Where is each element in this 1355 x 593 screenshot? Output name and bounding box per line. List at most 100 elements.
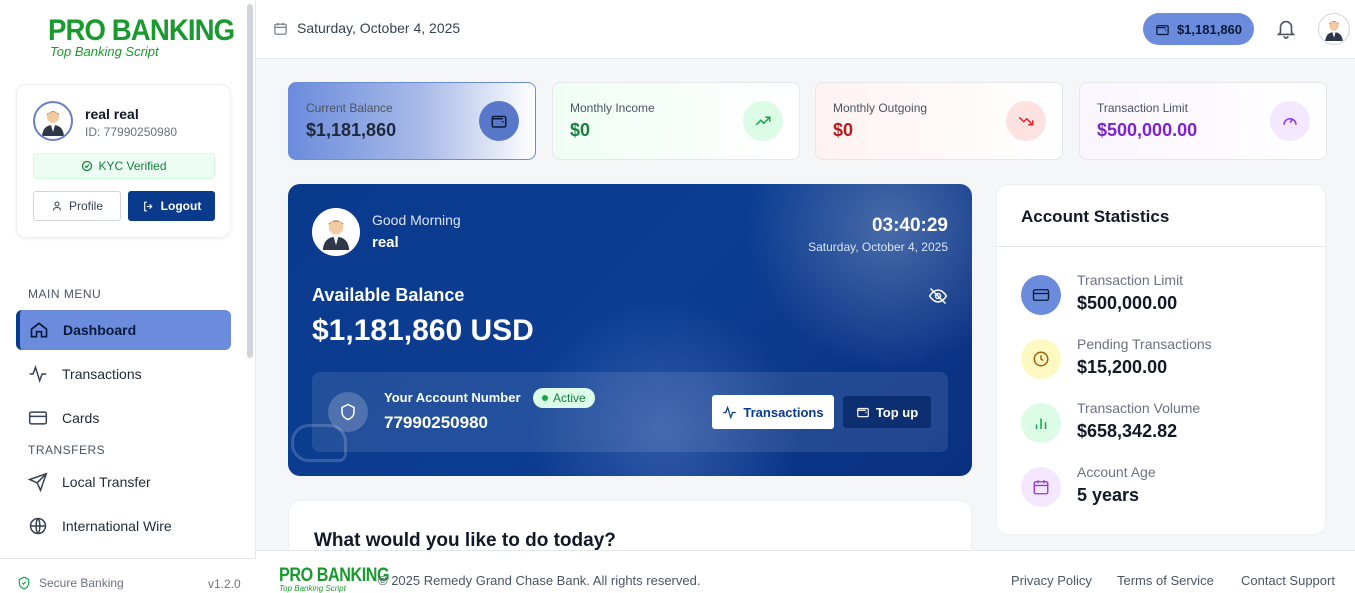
stat-row-account-age: Account Age 5 years <box>1021 464 1311 514</box>
stat-icon <box>743 101 783 141</box>
secure-label: Secure Banking <box>39 576 124 590</box>
calendar-icon <box>1033 480 1049 495</box>
sidebar-item-dashboard[interactable]: Dashboard <box>16 310 231 350</box>
footer-logo-name: PRO BANKING <box>279 565 390 586</box>
notifications-button[interactable] <box>1275 16 1297 40</box>
credit-card-icon <box>28 411 48 425</box>
hero-user-name: real <box>372 234 399 251</box>
account-statistics-title: Account Statistics <box>1021 207 1170 226</box>
user-avatar <box>33 101 73 141</box>
logout-button[interactable]: Logout <box>128 191 215 221</box>
sidebar-item-cards[interactable]: Cards <box>16 398 231 438</box>
account-shield <box>328 392 368 432</box>
stat-label: Monthly Income <box>570 101 655 115</box>
stat-current-balance: Current Balance $1,181,860 <box>288 82 536 160</box>
clock-date: Saturday, October 4, 2025 <box>808 240 948 254</box>
sidebar-item-transactions[interactable]: Transactions <box>16 354 231 394</box>
balance-pill[interactable]: $1,181,860 <box>1143 13 1254 45</box>
stat-value: $0 <box>833 120 854 140</box>
calendar-icon <box>274 22 287 35</box>
balance-text: $1,181,860 <box>1176 21 1243 37</box>
stat-label: Monthly Outgoing <box>833 101 928 115</box>
sidebar-item-label: Dashboard <box>63 322 137 338</box>
version-label: v1.2.0 <box>208 577 241 591</box>
stat-row-value: $500,000.00 <box>1077 293 1178 313</box>
logout-label: Logout <box>160 199 202 213</box>
stat-row-transaction-volume: Transaction Volume $658,342.82 <box>1021 400 1311 450</box>
stat-row-label: Transaction Volume <box>1077 400 1201 416</box>
page-footer: PRO BANKING Top Banking Script © 2025 Re… <box>256 550 1355 593</box>
stat-row-value: $15,200.00 <box>1077 357 1168 377</box>
sidebar-scrollbar[interactable] <box>247 4 253 358</box>
shield-check-icon <box>18 576 30 590</box>
bell-icon <box>1276 20 1296 39</box>
stat-monthly-income: Monthly Income $0 <box>552 82 800 160</box>
logout-icon <box>143 201 153 211</box>
toggle-balance-visibility[interactable] <box>928 286 948 306</box>
stat-icon <box>1006 101 1046 141</box>
transactions-button-label: Transactions <box>743 404 824 420</box>
trending-up-icon <box>755 116 771 126</box>
contact-support-link[interactable]: Contact Support <box>1241 573 1335 588</box>
user-card: real real ID: 77990250980 KYC Verified P… <box>16 84 231 238</box>
sidebar-item-label: Cards <box>62 410 100 426</box>
stat-row-icon <box>1021 339 1061 379</box>
brand-tagline: Top Banking Script <box>50 44 159 59</box>
topup-button[interactable]: Top up <box>843 396 931 428</box>
available-balance-amount: $1,181,860 USD <box>312 314 534 347</box>
status-dot <box>542 395 548 401</box>
gauge-icon <box>1283 118 1297 125</box>
sidebar-item-local-transfer[interactable]: Local Transfer <box>16 462 231 502</box>
stat-row-value: $658,342.82 <box>1077 421 1178 441</box>
brand-logo[interactable]: PRO BANKING Top Banking Script <box>48 14 235 64</box>
copyright: © 2025 Remedy Grand Chase Bank. All righ… <box>378 573 701 588</box>
hero-avatar <box>312 208 360 256</box>
stat-row-icon <box>1021 275 1061 315</box>
stat-label: Current Balance <box>306 101 393 115</box>
sidebar: PRO BANKING Top Banking Script real real… <box>0 0 256 593</box>
account-number-label: Your Account Number <box>384 390 521 405</box>
activity-icon <box>29 365 47 383</box>
profile-button[interactable]: Profile <box>33 191 121 221</box>
sidebar-item-label: International Wire <box>62 518 172 534</box>
user-id: ID: 77990250980 <box>85 125 178 139</box>
quick-actions-title: What would you like to do today? <box>314 530 616 551</box>
privacy-policy-link[interactable]: Privacy Policy <box>1011 573 1092 588</box>
stat-icon <box>1270 101 1310 141</box>
stat-label: Transaction Limit <box>1097 101 1188 115</box>
account-statistics-header: Account Statistics <box>997 185 1325 247</box>
profile-label: Profile <box>68 199 103 213</box>
person-icon <box>42 111 64 136</box>
stat-row-label: Transaction Limit <box>1077 272 1184 288</box>
kyc-badge: KYC Verified <box>33 153 215 179</box>
wallet-icon <box>1156 24 1169 35</box>
transfers-heading: TRANSFERS <box>28 443 106 457</box>
sidebar-item-label: Transactions <box>62 366 142 382</box>
stat-row-icon <box>1021 403 1061 443</box>
globe-icon <box>29 517 47 535</box>
terms-of-service-link[interactable]: Terms of Service <box>1117 573 1214 588</box>
person-icon <box>1325 21 1343 41</box>
stat-monthly-outgoing: Monthly Outgoing $0 <box>815 82 1063 160</box>
stat-row-value: 5 years <box>1077 485 1140 505</box>
transactions-button[interactable]: Transactions <box>712 395 834 429</box>
stat-transaction-limit: Transaction Limit $500,000.00 <box>1079 82 1327 160</box>
stat-row-pending-transactions: Pending Transactions $15,200.00 <box>1021 336 1311 386</box>
brand-name: PRO BANKING <box>48 14 235 47</box>
clock-icon <box>1033 351 1049 367</box>
secure-banking: Secure Banking <box>17 576 124 590</box>
sidebar-item-international-wire[interactable]: International Wire <box>16 506 231 546</box>
stat-icon <box>479 101 519 141</box>
header-avatar[interactable] <box>1318 13 1350 45</box>
account-number-panel: Your Account Number Active 77990250980 T… <box>312 372 948 452</box>
send-icon <box>28 472 48 492</box>
topup-button-label: Top up <box>875 404 919 420</box>
eye-off-icon <box>928 287 948 305</box>
stat-row-icon <box>1021 467 1061 507</box>
top-bar: Saturday, October 4, 2025 $1,181,860 <box>256 0 1355 59</box>
check-circle-icon <box>82 160 93 172</box>
shield-icon <box>341 403 355 421</box>
balance-hero-card: Good Morning real 03:40:29 Saturday, Oct… <box>288 184 972 476</box>
account-status-badge: Active <box>533 388 595 408</box>
sidebar-footer: Secure Banking v1.2.0 <box>0 558 256 593</box>
